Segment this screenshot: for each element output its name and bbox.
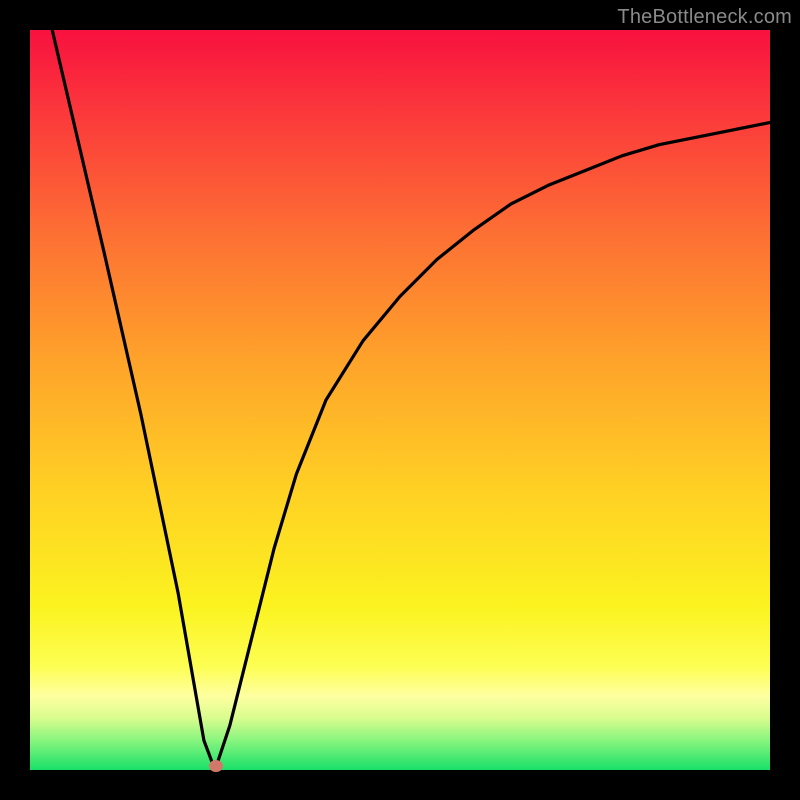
plot-area [30,30,770,770]
watermark-text: TheBottleneck.com [617,6,792,29]
chart-frame: TheBottleneck.com [0,0,800,800]
curve-line [30,30,770,770]
minimum-marker [209,760,223,772]
